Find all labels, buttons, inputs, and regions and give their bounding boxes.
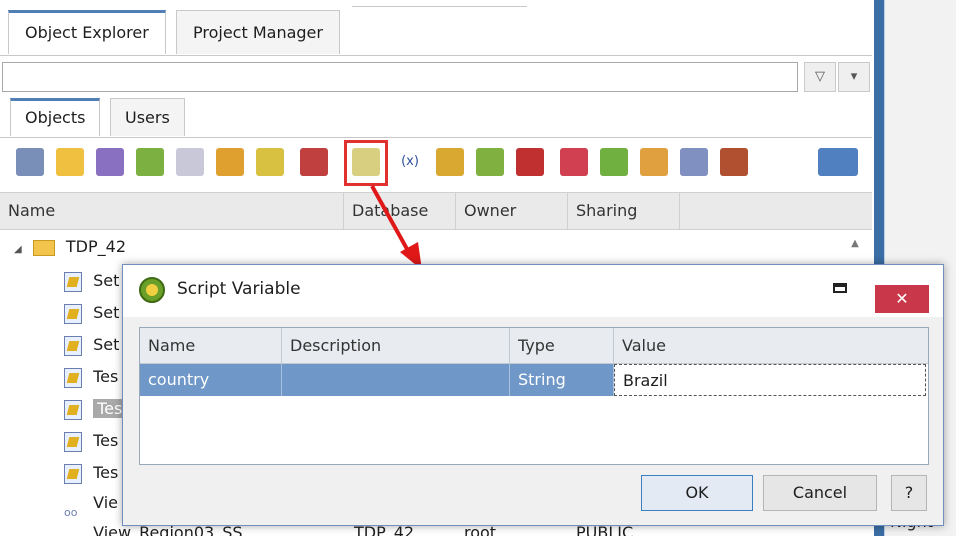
grid-header-description[interactable]: Description [282,328,510,364]
cancel-button[interactable]: Cancel [763,475,877,511]
column-owner[interactable]: Owner [456,193,568,229]
top-divider-line [352,6,527,7]
delete-object-icon[interactable] [300,148,328,176]
tab-object-explorer[interactable]: Object Explorer [8,10,166,54]
script-variable-icon [139,277,165,303]
grid-cell-value[interactable]: Brazil [614,364,926,396]
grid-cell-name[interactable]: country [140,364,282,396]
tree-item-label: Tes [93,463,119,482]
edit-icon[interactable] [640,148,668,176]
tag-object-icon[interactable] [256,148,284,176]
tree-item[interactable]: Set [64,330,119,360]
script-file-icon [64,335,82,356]
script-file-icon [64,367,82,388]
grid-header-type[interactable]: Type [510,328,614,364]
sub-tab-bar: Objects Users [0,98,872,138]
grid-cell-type[interactable]: String [510,364,614,396]
grid-menu-icon[interactable] [818,148,858,176]
tree-root-label: TDP_42 [65,237,126,256]
lock-icon[interactable] [560,148,588,176]
tree-item-label: Vie [93,493,118,512]
scroll-up-icon[interactable]: ▲ [840,234,870,254]
tree-item-label: Set [93,335,120,354]
view-icon: oo [64,528,82,536]
script-file-icon [64,463,82,484]
dialog-titlebar: Script Variable ✕ [123,265,943,317]
help-button[interactable]: ? [891,475,927,511]
copy-object-icon[interactable] [96,148,124,176]
tree-item[interactable]: Set [64,266,119,296]
refresh-icon[interactable] [476,148,504,176]
tree-item[interactable]: Tes [64,458,118,488]
export-icon[interactable] [680,148,708,176]
top-tab-bar: Object Explorer Project Manager [0,10,872,56]
users-delete-icon[interactable] [16,148,44,176]
tree-item-selected[interactable]: Tes [64,394,127,424]
tab-users[interactable]: Users [110,98,185,136]
sub-tab-divider [0,137,872,138]
tree-item[interactable]: Set [64,298,119,328]
tab-project-manager[interactable]: Project Manager [176,10,340,54]
report-icon[interactable] [436,148,464,176]
edit-object-icon[interactable] [136,148,164,176]
minimize-icon[interactable] [833,283,847,293]
variable-icon[interactable]: (x) [396,148,424,176]
tree-item[interactable]: Tes [64,426,118,456]
remove-icon[interactable] [516,148,544,176]
grid-header-value[interactable]: Value [614,328,928,364]
column-sharing[interactable]: Sharing [568,193,680,229]
close-button[interactable]: ✕ [875,285,929,313]
ok-button[interactable]: OK [641,475,753,511]
tree-item-label: Set [93,303,120,322]
tree-item-label: Tes [93,431,119,450]
grid-cell-description[interactable] [282,364,510,396]
script-file-icon [64,399,82,420]
tree-item[interactable]: Tes [64,362,118,392]
unlock-icon[interactable] [600,148,628,176]
tree-root[interactable]: ◢ TDP_42 [14,232,126,262]
expand-icon[interactable]: ◢ [14,244,22,255]
column-name[interactable]: Name [0,193,344,229]
tab-divider [0,55,872,56]
script-icon[interactable] [720,148,748,176]
tree-item-label: Tes [93,367,119,386]
variables-grid: Name Description Type Value country Stri… [139,327,929,465]
forward-object-icon[interactable] [216,148,244,176]
filter-dropdown-icon[interactable]: ▾ [838,62,870,92]
view-icon: oo [64,505,78,519]
new-folder-icon[interactable] [56,148,84,176]
script-variable-dialog: Script Variable ✕ Name Description Type … [122,264,944,526]
dialog-title: Script Variable [177,279,301,299]
grid-header-name[interactable]: Name [140,328,282,364]
script-file-icon [64,271,82,292]
script-file-icon [64,303,82,324]
filter-icon[interactable]: ▽ [804,62,836,92]
tab-objects[interactable]: Objects [10,98,101,136]
folder-icon [32,239,55,256]
tree-item[interactable]: oo Vie [64,488,118,519]
script-file-icon [64,431,82,452]
filter-input[interactable] [2,62,798,92]
move-object-icon[interactable] [176,148,204,176]
filter-row: ▽ ▾ [0,60,872,96]
tree-item-label: Set [93,271,120,290]
